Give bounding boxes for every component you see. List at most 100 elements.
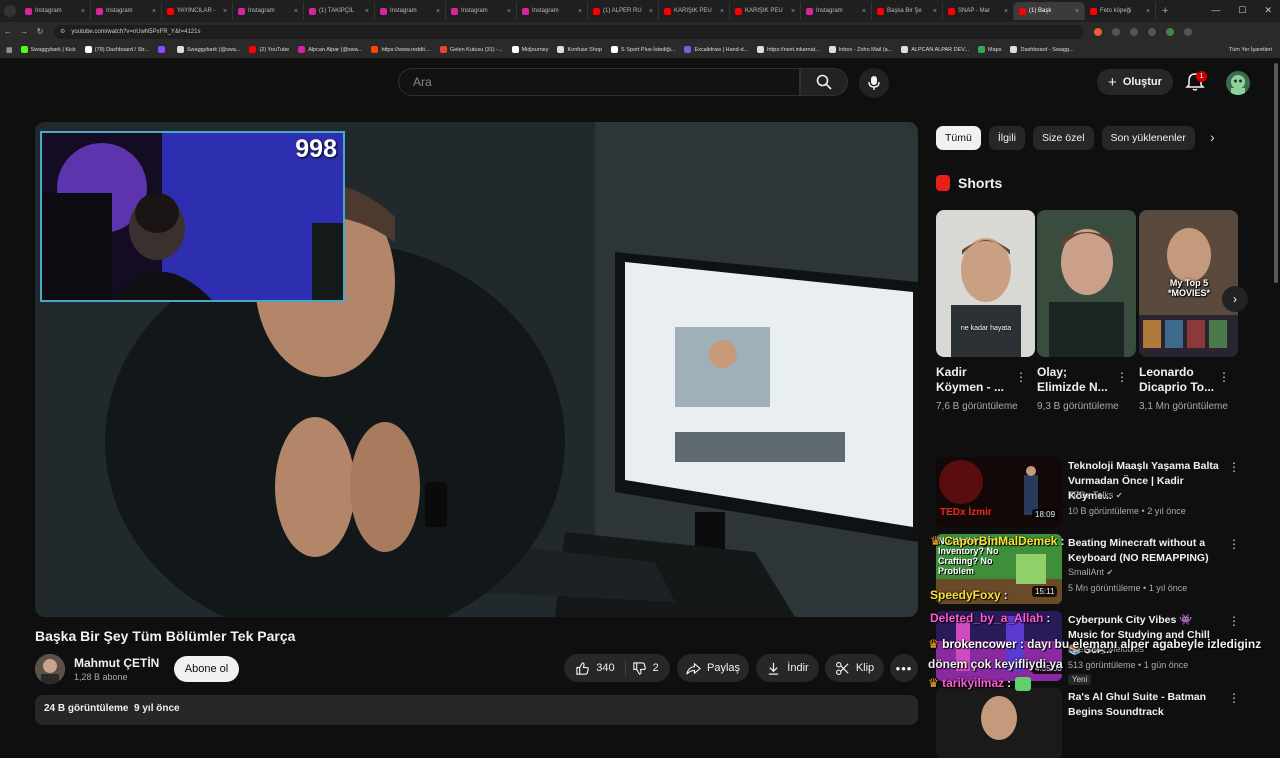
search-button[interactable]	[800, 68, 848, 96]
channel-name[interactable]: SmallAnt ✔	[1068, 567, 1113, 577]
download-icon[interactable]	[1148, 27, 1156, 36]
url-field[interactable]: ⚙ youtube.com/watch?v=nUwN5PxFR_Y&t=4121…	[54, 24, 1084, 39]
browser-tab[interactable]: Instagram ×	[375, 2, 446, 20]
more-vertical-icon[interactable]: ⋮	[1116, 370, 1128, 384]
extension-icon[interactable]	[1130, 27, 1138, 36]
more-vertical-icon[interactable]: ⋮	[1015, 370, 1027, 384]
bookmark-item[interactable]: https://next.inkarnat...	[757, 46, 820, 53]
filter-chip[interactable]: İlgili	[988, 126, 1025, 150]
browser-tab[interactable]: Instagram ×	[517, 2, 588, 20]
browser-tab[interactable]: Instagram ×	[233, 2, 304, 20]
short-item[interactable]: My Top 5 *MOVIES* Leonardo Dicaprio To..…	[1139, 210, 1238, 413]
tab-close-icon[interactable]: ×	[649, 8, 653, 15]
browser-tab[interactable]: Instagram ×	[801, 2, 872, 20]
account-avatar[interactable]	[1226, 71, 1250, 95]
tab-close-icon[interactable]: ×	[365, 8, 369, 15]
browser-tab[interactable]: YAYINCILAR - ×	[162, 2, 233, 20]
bookmark-item[interactable]: S Sport Plus-İstediği...	[611, 46, 675, 53]
bookmark-item[interactable]: Swaggybark | Kick	[20, 46, 76, 53]
bookmark-item[interactable]: Konfuse Shop	[557, 46, 602, 53]
filter-chip[interactable]: Tümü	[936, 126, 981, 150]
browser-tab[interactable]: Feto köpeği ×	[1085, 2, 1156, 20]
bookmark-item[interactable]: Maps	[978, 46, 1001, 53]
browser-tab[interactable]: KARIŞIK PEU ×	[730, 2, 801, 20]
filter-chip[interactable]: Size özel	[1032, 126, 1094, 150]
tab-close-icon[interactable]: ×	[1075, 8, 1079, 15]
bookmark-item[interactable]: Dashboard - Swagg...	[1010, 46, 1074, 53]
close-icon[interactable]: ✕	[1264, 5, 1272, 16]
bookmark-item[interactable]: ALPCAN ALPAR DEV...	[901, 46, 969, 53]
maximize-icon[interactable]: ☐	[1238, 5, 1246, 16]
channel-name[interactable]: TEDx Talks ✔	[1068, 490, 1123, 500]
profile-icon[interactable]	[1166, 27, 1174, 36]
all-bookmarks[interactable]: Tüm Yer İşaretleri	[1229, 47, 1272, 53]
tab-close-icon[interactable]: ×	[1146, 8, 1150, 15]
scrollbar-thumb[interactable]	[1274, 63, 1278, 283]
new-tab-button[interactable]: +	[1162, 5, 1168, 17]
clip-button[interactable]: Klip	[825, 654, 884, 682]
search-input[interactable]: Ara	[398, 68, 800, 96]
recommendation-item[interactable]: TEDx İzmir 18:09 Teknoloji Maaşlı Yaşama…	[936, 457, 1266, 527]
more-actions-button[interactable]: •••	[890, 654, 918, 682]
tab-close-icon[interactable]: ×	[862, 8, 866, 15]
bookmark-item[interactable]: Swaggybark (@swa...	[176, 46, 240, 53]
bookmark-item[interactable]	[157, 46, 168, 53]
tab-close-icon[interactable]: ×	[507, 8, 511, 15]
voice-search-button[interactable]	[859, 68, 889, 98]
dislike-button[interactable]: 2	[632, 661, 659, 676]
channel-name[interactable]: Mahmut ÇETİN	[74, 656, 159, 670]
browser-tab[interactable]: Instagram ×	[91, 2, 162, 20]
tab-close-icon[interactable]: ×	[436, 8, 440, 15]
browser-tab[interactable]: Instagram ×	[20, 2, 91, 20]
tab-close-icon[interactable]: ×	[933, 8, 937, 15]
tab-close-icon[interactable]: ×	[152, 8, 156, 15]
site-info-icon[interactable]: ⚙	[60, 28, 65, 35]
tab-close-icon[interactable]: ×	[791, 8, 795, 15]
download-button[interactable]: İndir	[756, 654, 819, 682]
short-item[interactable]: ne kadar hayata Kadir Köymen - ... 7,6 B…	[936, 210, 1035, 413]
filter-chip[interactable]: Son yüklenenler	[1101, 126, 1195, 150]
bookmark-item[interactable]: Midjourney	[511, 46, 548, 53]
subscribe-button[interactable]: Abone ol	[174, 656, 239, 682]
forward-icon[interactable]: →	[16, 27, 32, 36]
browser-tab[interactable]: Başka Bir Şe ×	[872, 2, 943, 20]
extension-icon[interactable]	[1094, 27, 1102, 36]
tab-close-icon[interactable]: ×	[223, 8, 227, 15]
browser-tab[interactable]: Instagram ×	[446, 2, 517, 20]
shorts-next-button[interactable]: ›	[1222, 286, 1248, 312]
more-vertical-icon[interactable]: ⋮	[1218, 370, 1230, 384]
share-button[interactable]: Paylaş	[677, 654, 749, 682]
tab-close-icon[interactable]: ×	[720, 8, 724, 15]
tab-close-icon[interactable]: ×	[1004, 8, 1008, 15]
back-icon[interactable]: ←	[0, 27, 16, 36]
menu-icon[interactable]	[1184, 27, 1192, 36]
chevron-right-icon[interactable]: ›	[1210, 129, 1215, 145]
browser-tab[interactable]: SNAP - Mar ×	[943, 2, 1014, 20]
browser-tab[interactable]: (1) ALPER RU ×	[588, 2, 659, 20]
video-player[interactable]: 998	[35, 122, 918, 617]
more-vertical-icon[interactable]: ⋮	[1228, 537, 1240, 551]
extension-icon[interactable]	[1112, 27, 1120, 36]
bookmark-item[interactable]: https://www.reddit....	[371, 46, 431, 53]
tab-search-button[interactable]	[4, 5, 16, 17]
browser-tab[interactable]: (1) TAKIPÇİL ×	[304, 2, 375, 20]
bookmark-item[interactable]: (2) YouTube	[249, 46, 289, 53]
more-vertical-icon[interactable]: ⋮	[1228, 460, 1240, 474]
bookmark-item[interactable]: Alpcan Alpar (@swa...	[298, 46, 362, 53]
tab-close-icon[interactable]: ×	[294, 8, 298, 15]
browser-tab[interactable]: KARIŞIK PEU ×	[659, 2, 730, 20]
apps-icon[interactable]: ▦	[6, 46, 13, 54]
create-button[interactable]: + Oluştur	[1097, 69, 1173, 95]
bookmark-item[interactable]: Inbox - Zoho Mail (a...	[828, 46, 892, 53]
like-button[interactable]: 340	[575, 660, 626, 676]
bookmark-item[interactable]: (79) Dashboard / Str...	[84, 46, 149, 53]
reload-icon[interactable]: ↻	[32, 27, 48, 36]
minimize-icon[interactable]: —	[1211, 5, 1220, 16]
tab-close-icon[interactable]: ×	[578, 8, 582, 15]
short-item[interactable]: Olay; Elimizde N... 9,3 B görüntüleme ⋮	[1037, 210, 1136, 413]
browser-tab[interactable]: (1) Başk ×	[1014, 2, 1085, 20]
bookmark-item[interactable]: Excalidraw | Hand-d...	[684, 46, 748, 53]
tab-close-icon[interactable]: ×	[81, 8, 85, 15]
bookmark-item[interactable]: Gelen Kutusu (31) -...	[439, 46, 503, 53]
description-box[interactable]: 24 B görüntüleme 9 yıl önce	[35, 695, 918, 725]
